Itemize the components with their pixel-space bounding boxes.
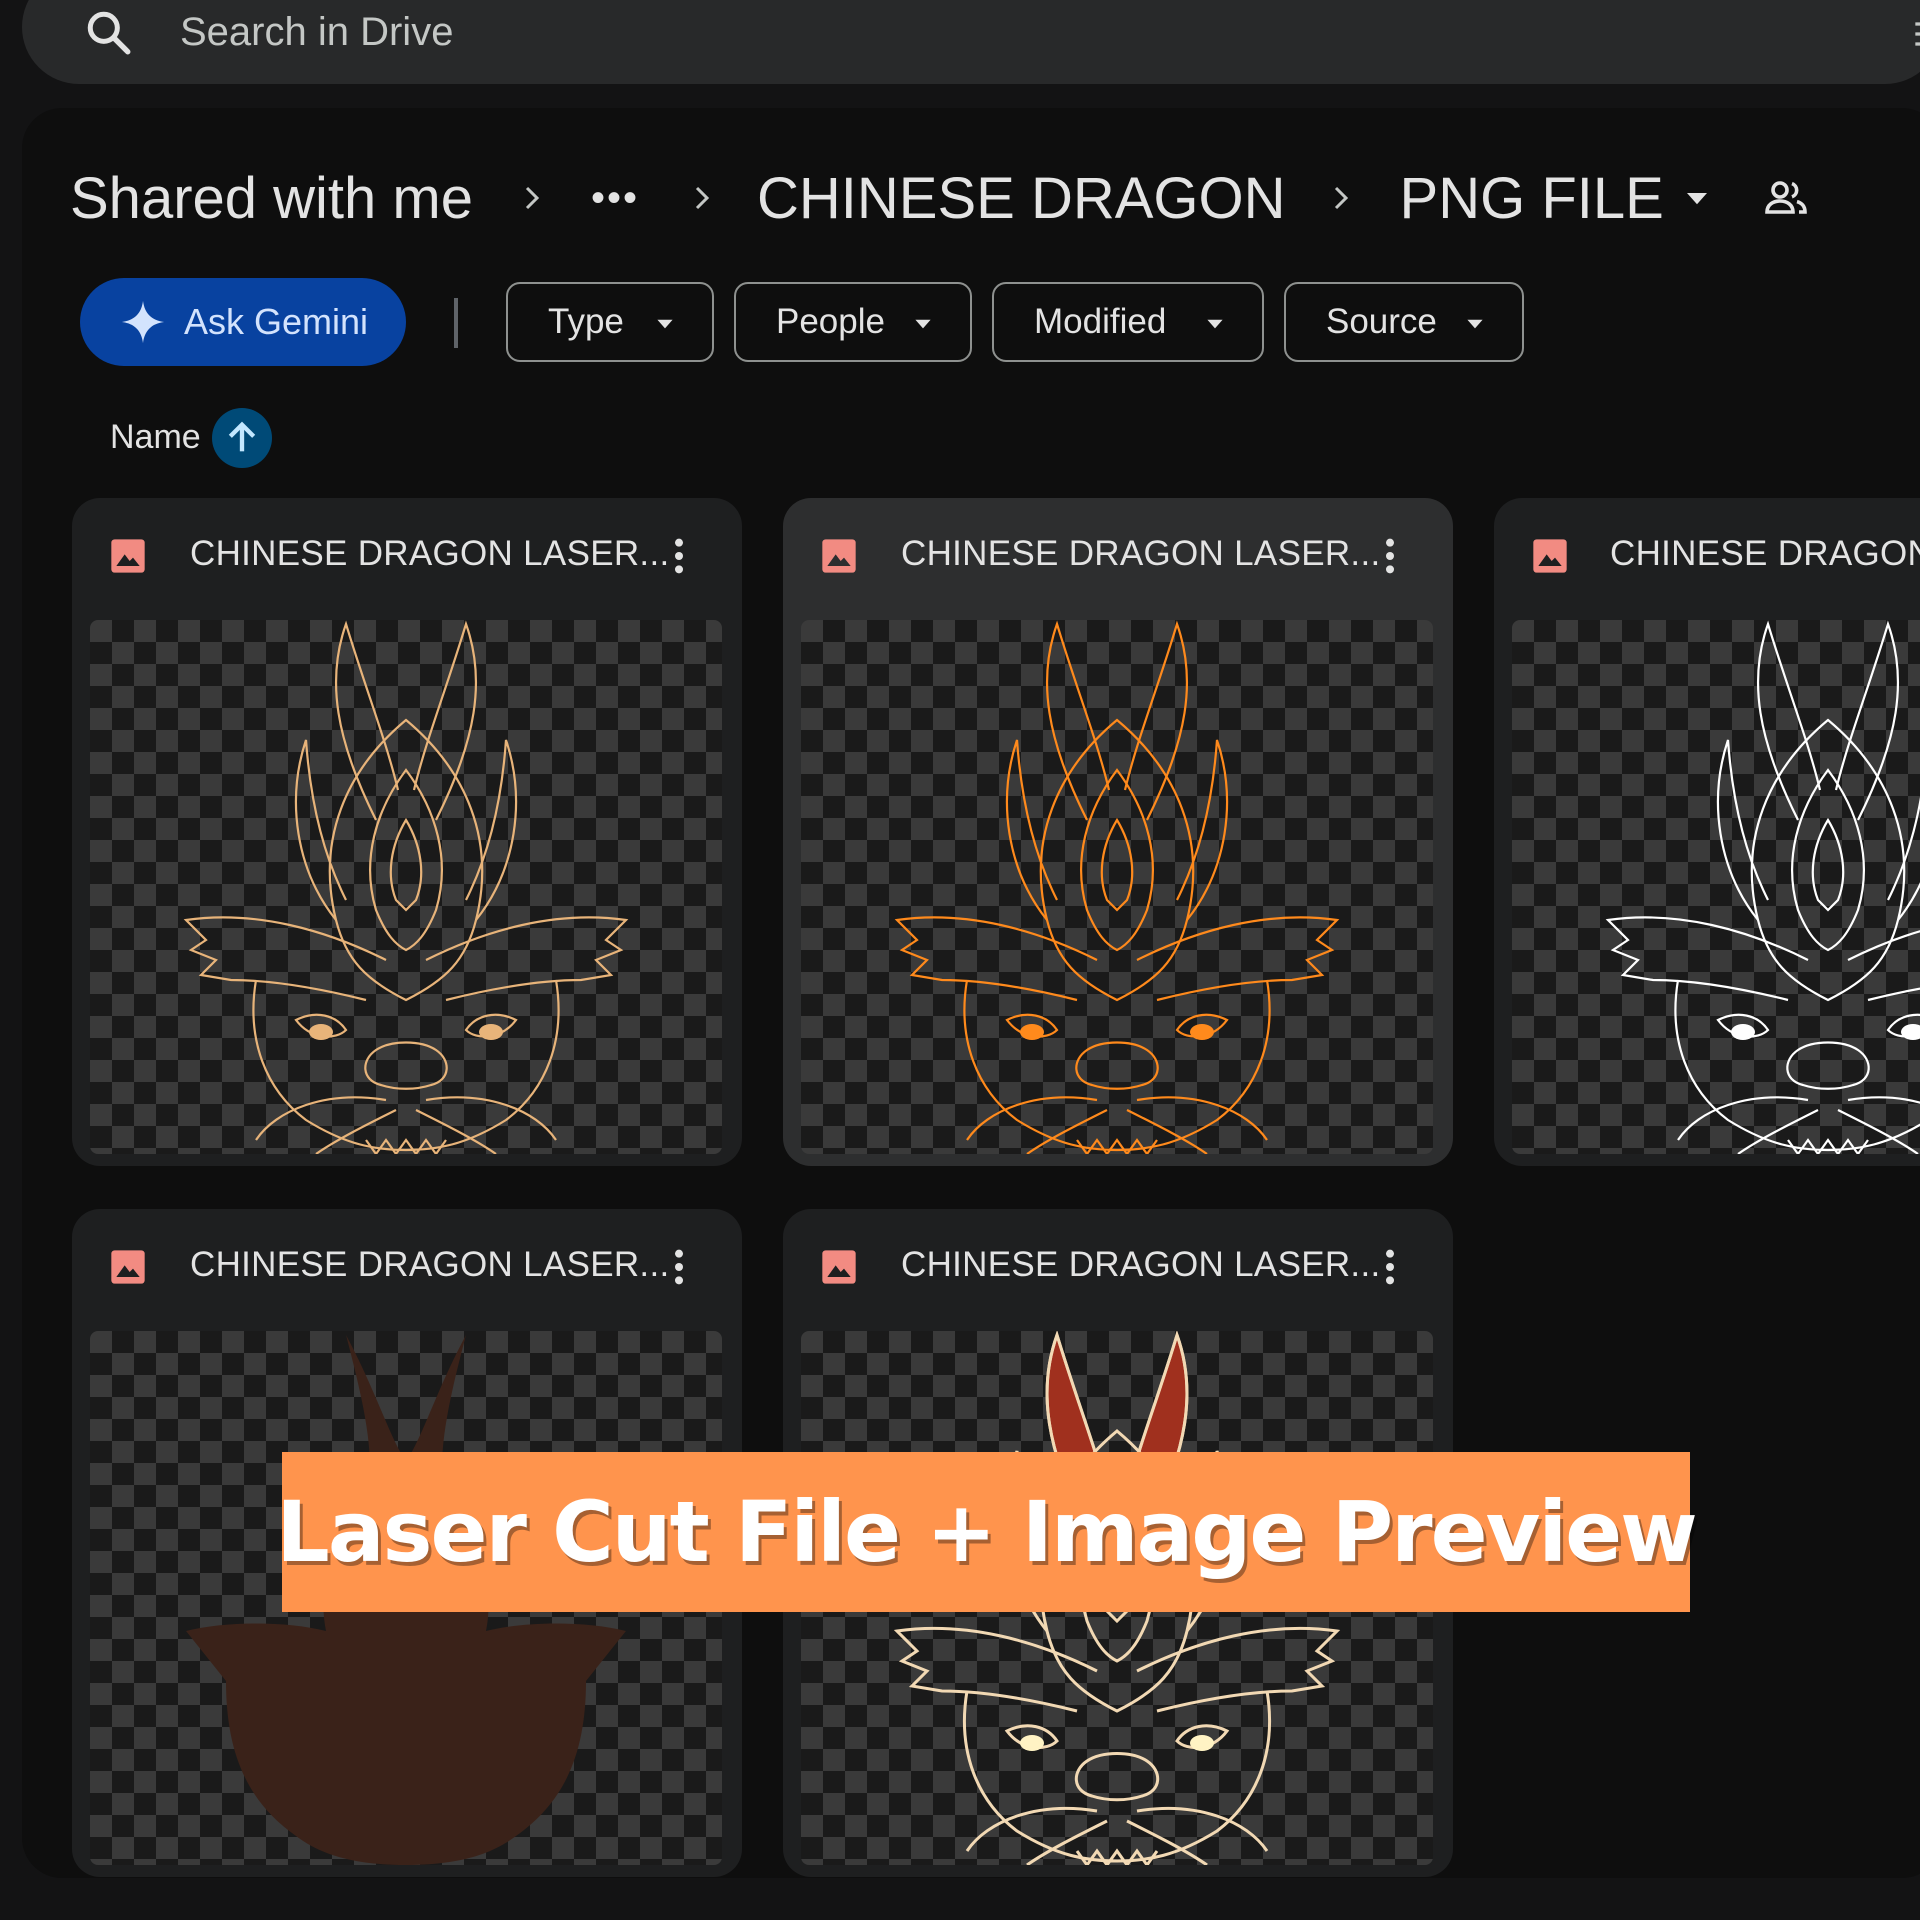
banner-text: Laser Cut File + Image Preview [276,1483,1697,1581]
caret-down-icon [915,319,931,329]
arrow-up-icon [228,421,256,452]
ask-gemini-label: Ask Gemini [184,301,369,342]
more-vert-icon[interactable] [672,1247,686,1287]
shared-people-icon[interactable] [1762,174,1810,222]
people-filter-chip[interactable]: People [734,282,972,362]
search-bar[interactable]: Search in Drive [22,0,1920,84]
filter-divider [454,298,458,348]
promo-banner: Laser Cut File + Image Preview [276,1452,1698,1612]
breadcrumb: Shared with me ••• CHINESE DRAGON PNG FI… [70,158,1810,238]
more-vert-icon[interactable] [672,536,686,576]
image-file-icon [111,539,145,573]
file-title: CHINESE DRAGON LASER... [190,534,670,573]
image-file-icon [111,1250,145,1284]
sort-direction-button[interactable] [212,408,272,468]
file-card[interactable]: CHINESE DRAGON LASER... [783,498,1453,1166]
breadcrumb-root[interactable]: Shared with me [70,165,473,232]
file-title: CHINESE DRAGON [1610,534,1920,573]
caret-down-icon[interactable] [1682,183,1712,213]
type-filter-chip[interactable]: Type [506,282,714,362]
search-icon[interactable] [84,8,134,58]
chip-label: Type [548,302,624,341]
source-filter-chip[interactable]: Source [1284,282,1524,362]
file-title: CHINESE DRAGON LASER... [901,534,1381,573]
chip-label: Source [1326,302,1437,341]
file-card[interactable]: CHINESE DRAGON LASER... [72,498,742,1166]
file-thumbnail [801,620,1433,1154]
more-vert-icon[interactable] [1383,536,1397,576]
thumbnail-artwork [1605,620,1920,1154]
chevron-right-icon [695,186,710,210]
gemini-sparkle-icon [121,300,165,344]
caret-down-icon [1207,319,1223,329]
sort-by-name-label[interactable]: Name [110,418,201,457]
file-thumbnail [1512,620,1920,1154]
image-file-icon [822,539,856,573]
file-title: CHINESE DRAGON LASER... [190,1245,670,1284]
image-file-icon [822,1250,856,1284]
dragon-head-artwork [183,620,629,1154]
image-file-icon [1533,539,1567,573]
caret-down-icon [1467,319,1483,329]
dragon-head-artwork [1605,620,1920,1154]
file-card[interactable]: CHINESE DRAGON [1494,498,1920,1166]
more-vert-icon[interactable] [1383,1247,1397,1287]
file-thumbnail [90,620,722,1154]
breadcrumb-more-button[interactable]: ••• [591,178,639,218]
chevron-right-icon [525,186,540,210]
chip-label: Modified [1034,302,1167,341]
search-input[interactable]: Search in Drive [180,10,453,55]
thumbnail-artwork [894,620,1340,1154]
breadcrumb-current-folder[interactable]: PNG FILE [1400,165,1664,232]
thumbnail-artwork [183,620,629,1154]
ask-gemini-button[interactable]: Ask Gemini [80,278,406,366]
search-options-icon[interactable] [1912,14,1920,54]
file-title: CHINESE DRAGON LASER... [901,1245,1381,1284]
breadcrumb-folder[interactable]: CHINESE DRAGON [757,165,1286,232]
chip-label: People [776,302,885,341]
dragon-head-artwork [894,620,1340,1154]
caret-down-icon [657,319,673,329]
chevron-right-icon [1334,186,1348,210]
modified-filter-chip[interactable]: Modified [992,282,1264,362]
